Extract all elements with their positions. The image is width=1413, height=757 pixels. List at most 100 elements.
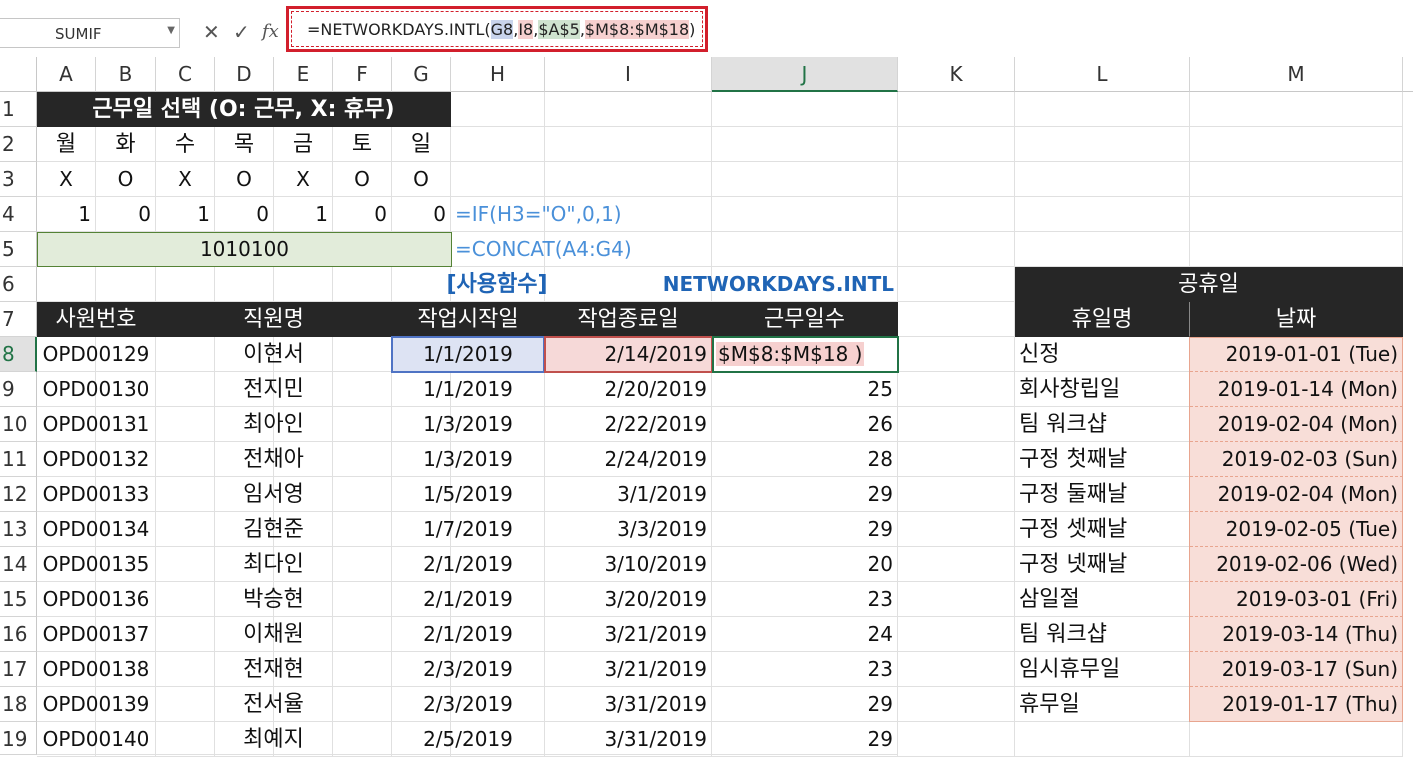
holiday-date-cell[interactable]: 2019-01-01 (Tue) (1190, 337, 1403, 372)
row-header[interactable]: 2 (0, 127, 37, 162)
holiday-name-cell[interactable]: 구정 첫째날 (1015, 442, 1190, 477)
employee-cell[interactable]: 최예지 (156, 722, 392, 755)
grid-cell[interactable] (898, 652, 1015, 687)
holiday-name-cell[interactable]: 휴무일 (1015, 687, 1190, 722)
row-header[interactable]: 17 (0, 652, 37, 687)
grid-cell[interactable] (898, 372, 1015, 407)
employee-header-cell[interactable]: 사원번호 (37, 302, 156, 337)
holiday-date-cell[interactable]: 2019-03-17 (Sun) (1190, 652, 1403, 687)
employee-cell[interactable]: OPD00139 (37, 687, 156, 722)
row-header[interactable]: 19 (0, 722, 37, 755)
holiday-date-cell[interactable]: 2019-02-06 (Wed) (1190, 547, 1403, 582)
grid-cell[interactable] (1015, 197, 1190, 232)
employee-cell[interactable]: 전재현 (156, 652, 392, 687)
employee-cell[interactable]: 2/3/2019 (392, 687, 545, 722)
holiday-table-title[interactable]: 공휴일 (1015, 267, 1403, 302)
employee-cell[interactable]: 3/1/2019 (545, 477, 712, 512)
grid-cell[interactable] (898, 197, 1015, 232)
column-header-a[interactable]: A (37, 57, 96, 92)
grid-cell[interactable] (333, 267, 392, 302)
name-box[interactable]: SUMIF ▼ (0, 18, 180, 48)
employee-cell[interactable]: 1/3/2019 (392, 442, 545, 477)
grid-cell[interactable] (712, 127, 898, 162)
workday-flag-cell[interactable]: X (274, 162, 333, 197)
grid-cell[interactable] (451, 162, 545, 197)
holiday-date-cell[interactable]: 2019-02-04 (Mon) (1190, 407, 1403, 442)
grid-cell[interactable] (37, 267, 96, 302)
column-header-l[interactable]: L (1015, 57, 1190, 92)
column-header-g[interactable]: G (392, 57, 451, 92)
grid-cell[interactable] (1190, 232, 1403, 267)
grid-cell[interactable] (1190, 162, 1403, 197)
weekend-bit-cell[interactable]: 0 (333, 197, 392, 232)
holiday-date-cell[interactable]: 2019-02-03 (Sun) (1190, 442, 1403, 477)
weekend-bit-cell[interactable]: 0 (96, 197, 156, 232)
grid-cell[interactable] (1015, 232, 1190, 267)
employee-cell[interactable]: 최다인 (156, 547, 392, 582)
row-header[interactable]: 7 (0, 302, 37, 337)
employee-header-cell[interactable]: 직원명 (156, 302, 392, 337)
employee-cell[interactable]: 2/24/2019 (545, 442, 712, 477)
workday-flag-cell[interactable]: O (215, 162, 274, 197)
row-header[interactable]: 9 (0, 372, 37, 407)
column-header-e[interactable]: E (274, 57, 333, 92)
employee-cell[interactable]: 28 (712, 442, 898, 477)
grid-cell[interactable] (451, 92, 545, 127)
grid-cell[interactable] (545, 127, 712, 162)
holiday-date-cell[interactable]: 2019-03-14 (Thu) (1190, 617, 1403, 652)
grid-cell[interactable] (712, 162, 898, 197)
row-header[interactable]: 18 (0, 687, 37, 722)
weekday-cell[interactable]: 일 (392, 127, 451, 162)
employee-cell[interactable]: 1/7/2019 (392, 512, 545, 547)
holiday-date-cell[interactable]: 2019-02-04 (Mon) (1190, 477, 1403, 512)
grid-cell[interactable] (1190, 127, 1403, 162)
column-header-h[interactable]: H (451, 57, 545, 92)
employee-cell[interactable]: 전지민 (156, 372, 392, 407)
grid-cell[interactable] (1190, 92, 1403, 127)
grid-cell[interactable] (215, 267, 274, 302)
employee-cell[interactable]: OPD00132 (37, 442, 156, 477)
holiday-date-cell[interactable]: 2019-01-17 (Thu) (1190, 687, 1403, 722)
employee-cell[interactable]: 이채원 (156, 617, 392, 652)
row-header[interactable]: 16 (0, 617, 37, 652)
employee-cell[interactable]: 29 (712, 477, 898, 512)
select-all-corner[interactable] (0, 57, 37, 92)
weekend-bit-cell[interactable]: 1 (37, 197, 96, 232)
row-header[interactable]: 8 (0, 337, 37, 372)
cancel-icon[interactable]: ✕ (203, 20, 220, 44)
employee-cell[interactable]: 23 (712, 652, 898, 687)
grid-cell[interactable] (898, 582, 1015, 617)
holiday-name-cell[interactable]: 팀 워크샵 (1015, 407, 1190, 442)
grid-cell[interactable] (898, 547, 1015, 582)
employee-cell[interactable]: 3/21/2019 (545, 652, 712, 687)
employee-cell[interactable]: 3/31/2019 (545, 722, 712, 755)
grid-cell[interactable] (545, 162, 712, 197)
chevron-down-icon[interactable]: ▼ (167, 25, 175, 36)
grid-cell[interactable] (1015, 162, 1190, 197)
holiday-name-cell[interactable]: 임시휴무일 (1015, 652, 1190, 687)
section-title[interactable]: [사용함수] (392, 267, 602, 302)
grid-cell[interactable] (274, 267, 333, 302)
holiday-name-cell[interactable]: 팀 워크샵 (1015, 617, 1190, 652)
holiday-name-cell[interactable]: 삼일절 (1015, 582, 1190, 617)
enter-icon[interactable]: ✓ (233, 20, 250, 44)
column-header-k[interactable]: K (898, 57, 1015, 92)
column-header-b[interactable]: B (96, 57, 156, 92)
grid-cell[interactable] (545, 92, 712, 127)
employee-cell[interactable]: 1/5/2019 (392, 477, 545, 512)
workday-flag-cell[interactable]: X (37, 162, 96, 197)
holiday-date-cell[interactable]: 2019-02-05 (Tue) (1190, 512, 1403, 547)
grid-cell[interactable] (156, 267, 215, 302)
row-header[interactable]: 15 (0, 582, 37, 617)
row-header[interactable]: 5 (0, 232, 37, 267)
row-header[interactable]: 13 (0, 512, 37, 547)
weekday-cell[interactable]: 수 (156, 127, 215, 162)
grid-cell[interactable] (898, 442, 1015, 477)
grid-cell[interactable] (898, 407, 1015, 442)
workday-flag-cell[interactable]: O (392, 162, 451, 197)
grid-cell[interactable] (96, 267, 156, 302)
row-header[interactable]: 14 (0, 547, 37, 582)
weekend-bit-cell[interactable]: 0 (392, 197, 451, 232)
grid-cell[interactable] (1015, 127, 1190, 162)
employee-cell[interactable]: 2/22/2019 (545, 407, 712, 442)
